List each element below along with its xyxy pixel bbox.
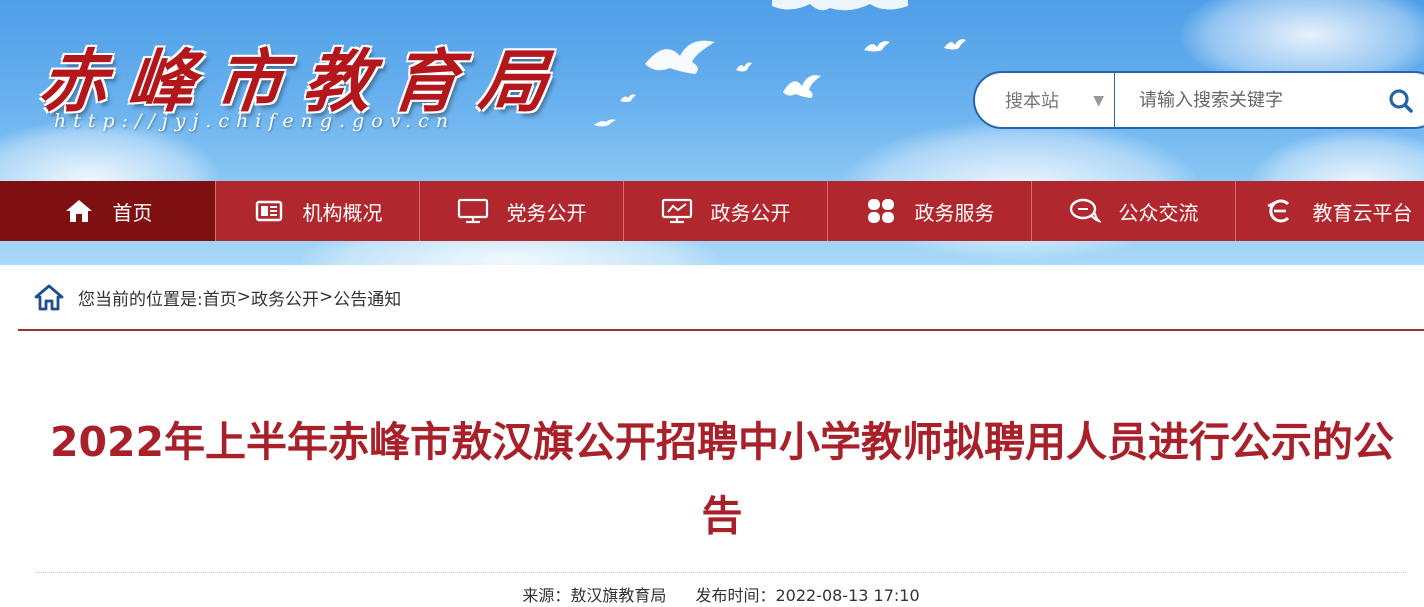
nav-item-label: 机构概况 <box>302 200 383 225</box>
dove-icon <box>620 94 636 102</box>
breadcrumb-separator: > <box>236 287 251 307</box>
search-input[interactable] <box>1115 73 1424 127</box>
divider <box>36 572 1406 573</box>
breadcrumb-label: 您当前的位置是: <box>78 289 203 310</box>
nav-item-label: 党务公开 <box>506 200 587 225</box>
home-icon <box>34 284 64 311</box>
nav-item-label: 首页 <box>112 200 153 225</box>
cloud-e-icon <box>1263 197 1295 225</box>
breadcrumb-link-home[interactable]: 首页 <box>203 285 237 310</box>
breadcrumb: 您当前的位置是: 首页 > 政务公开 > 公告通知 <box>18 265 1424 331</box>
dove-icon <box>645 40 715 74</box>
content-panel: 您当前的位置是: 首页 > 政务公开 > 公告通知 2022年上半年赤峰市敖汉旗… <box>18 265 1424 607</box>
chat-icon <box>1069 197 1101 225</box>
nav-item-label: 公众交流 <box>1118 200 1199 225</box>
dove-icon <box>783 75 821 98</box>
site-url: http://jyj.chifeng.gov.cn <box>54 110 456 132</box>
search-icon[interactable] <box>1387 87 1415 115</box>
nav-item-label: 政务服务 <box>914 200 995 225</box>
nav-item-label: 政务公开 <box>710 200 791 225</box>
nav-item-label: 教育云平台 <box>1312 200 1413 225</box>
nav-item-organization[interactable]: 机构概况 <box>216 181 420 241</box>
article-published-time: 发布时间：2022-08-13 17:10 <box>695 586 920 605</box>
search-scope-label: 搜本站 <box>1005 91 1059 112</box>
breadcrumb-separator: > <box>318 287 334 307</box>
monitor-icon <box>457 197 489 225</box>
main-nav: 首页 机构概况 党务公开 政务公开 政务服务 公众交流 教育云平台 <box>0 181 1424 241</box>
presentation-icon <box>661 197 693 225</box>
dove-icon <box>944 39 966 50</box>
article-source: 来源：敖汉旗教育局 <box>522 586 667 605</box>
dove-icon <box>864 41 890 52</box>
search-scope-select[interactable]: 搜本站 ▼ <box>975 73 1115 127</box>
article-meta: 来源：敖汉旗教育局 发布时间：2022-08-13 17:10 <box>18 582 1424 606</box>
dove-icon <box>736 62 752 72</box>
grid-icon <box>865 197 897 225</box>
article-title: 2022年上半年赤峰市敖汉旗公开招聘中小学教师拟聘用人员进行公示的公告 <box>49 418 1395 540</box>
nav-item-government-affairs[interactable]: 政务公开 <box>624 181 828 241</box>
newspaper-icon <box>253 197 285 225</box>
home-icon <box>63 197 95 225</box>
breadcrumb-link-announcements[interactable]: 公告通知 <box>333 285 401 310</box>
nav-item-government-services[interactable]: 政务服务 <box>828 181 1032 241</box>
search-bar: 搜本站 ▼ <box>973 71 1424 129</box>
nav-item-home[interactable]: 首页 <box>0 181 216 241</box>
dove-icon <box>772 0 908 11</box>
dove-icon <box>594 119 616 127</box>
nav-item-education-cloud[interactable]: 教育云平台 <box>1236 181 1424 241</box>
breadcrumb-link-government-affairs[interactable]: 政务公开 <box>251 285 319 310</box>
nav-item-party-affairs[interactable]: 党务公开 <box>420 181 624 241</box>
caret-down-icon: ▼ <box>1093 93 1104 109</box>
nav-item-public-exchange[interactable]: 公众交流 <box>1032 181 1236 241</box>
